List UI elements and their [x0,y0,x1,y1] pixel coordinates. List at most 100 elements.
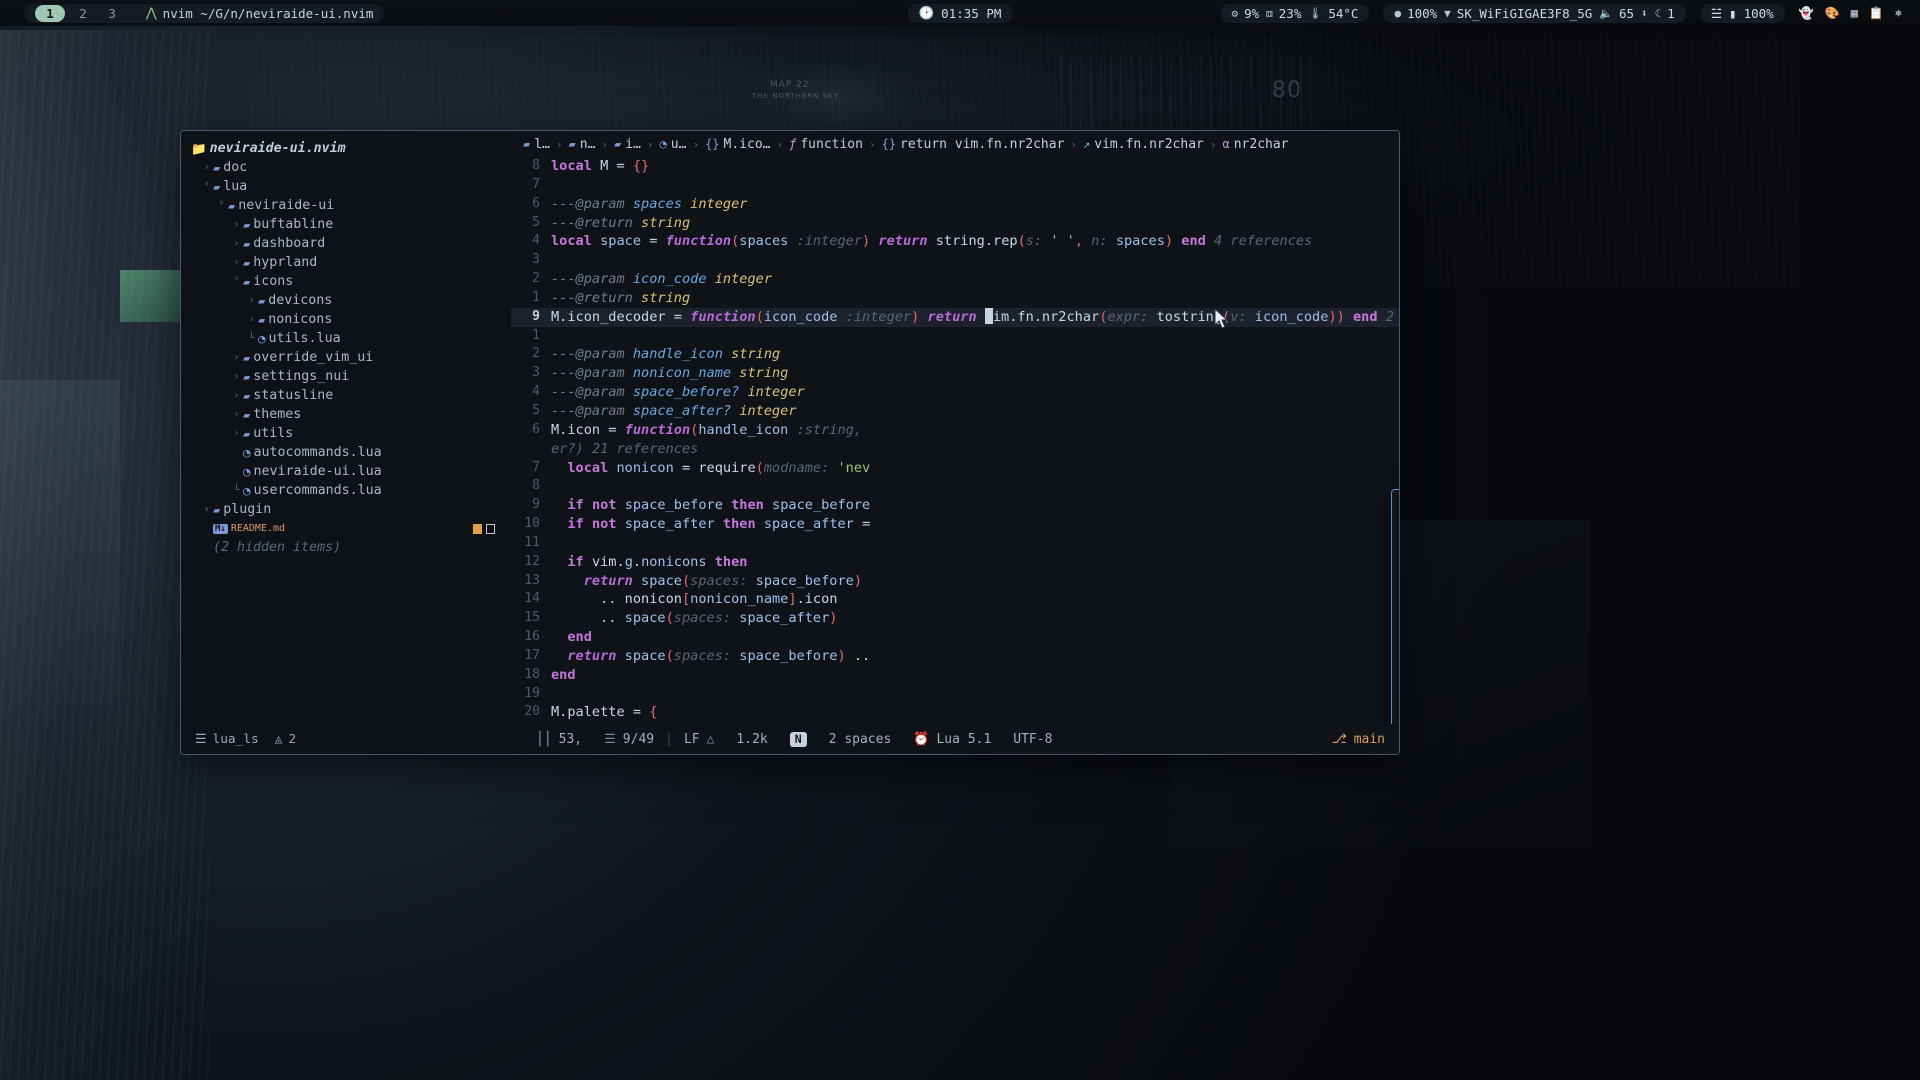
file-tree-list[interactable]: 📁 neviraide-ui.nvim ›▰docⱽ▰luaⱽ▰neviraid… [181,139,511,724]
tree-item-override-vim-ui[interactable]: ›▰override_vim_ui [181,348,511,367]
chevron-icon[interactable]: ⱽ [215,200,228,211]
code-line[interactable]: 8local M = {} [511,157,1399,176]
code-line[interactable]: 15 .. space(spaces: space_after) [511,609,1399,628]
tree-item-doc[interactable]: ›▰doc [181,158,511,177]
code-line[interactable]: 3 [511,251,1399,270]
code-line[interactable]: 4local space = function(spaces :integer)… [511,232,1399,251]
chevron-icon[interactable]: › [230,390,243,401]
tree-item-plugin[interactable]: ›▰plugin [181,500,511,519]
chevron-icon[interactable]: › [230,219,243,230]
tree-item-nonicons[interactable]: ›▰nonicons [181,310,511,329]
chevron-icon[interactable]: › [230,428,243,439]
code-line[interactable]: 5---@return string [511,214,1399,233]
tree-item-neviraide-ui-lua[interactable]: ◔neviraide-ui.lua [181,462,511,481]
chevron-icon[interactable]: › [245,295,258,306]
code-line[interactable]: 6---@param spaces integer [511,195,1399,214]
tree-connector-icon[interactable]: └ [230,485,243,496]
code-line[interactable]: 13 return space(spaces: space_before) [511,572,1399,591]
breadcrumb-item-3[interactable]: ◔u… [660,137,687,152]
workspace-switcher[interactable]: 1 2 3 ⋀ nvim ~/G/n/neviraide-ui.nvim [24,4,384,23]
tree-item-autocommands-lua[interactable]: ◔autocommands.lua [181,443,511,462]
indent-setting[interactable]: 2 spaces [818,732,903,747]
tree-connector-icon[interactable]: └ [245,333,258,344]
breadcrumb-item-6[interactable]: {}return vim.fn.nr2char [882,137,1065,152]
package-status[interactable]: ◬ 2 [275,732,296,747]
breadcrumb-item-2[interactable]: ▰i… [614,137,641,152]
code-line[interactable]: 11 [511,534,1399,553]
tree-item-readme-md[interactable]: M↓README.md [181,519,511,538]
chevron-icon[interactable]: › [230,371,243,382]
tree-item-hyprland[interactable]: ›▰hyprland [181,253,511,272]
system-tray[interactable]: 👻 🎨 ▦ 📋 ⎈ [1799,6,1902,20]
code-line[interactable]: 17 return space(spaces: space_before) .. [511,647,1399,666]
workspace-1[interactable]: 1 [35,5,65,22]
code-line[interactable]: 19 [511,685,1399,704]
tree-item-settings-nui[interactable]: ›▰settings_nui [181,367,511,386]
tree-root-row[interactable]: 📁 neviraide-ui.nvim [181,139,511,158]
chevron-icon[interactable]: ⱽ [200,181,213,192]
code-line[interactable]: 1---@return string [511,289,1399,308]
git-branch[interactable]: ⎇ main [1332,732,1385,747]
chevron-icon[interactable]: › [245,314,258,325]
tree-item-lua[interactable]: ⱽ▰lua [181,177,511,196]
code-line[interactable]: 8 [511,477,1399,496]
breadcrumb-item-7[interactable]: ↗vim.fn.nr2char [1083,137,1204,152]
code-line[interactable]: 2---@param handle_icon string [511,345,1399,364]
breadcrumb-item-1[interactable]: ▰n… [569,137,596,152]
tree-item-icons[interactable]: ⱽ▰icons [181,272,511,291]
breadcrumb-item-8[interactable]: αnr2char [1222,137,1288,152]
file-tree-panel[interactable]: 📁 neviraide-ui.nvim ›▰docⱽ▰luaⱽ▰neviraid… [181,131,511,754]
code-line[interactable]: 6M.icon = function(handle_icon :string, [511,421,1399,440]
chevron-icon[interactable]: › [230,409,243,420]
tree-item-neviraide-ui[interactable]: ⱽ▰neviraide-ui [181,196,511,215]
code-line[interactable]: 16 end [511,628,1399,647]
code-line[interactable]: 7 local nonicon = require(modname: 'nev [511,459,1399,478]
tree-item--2-hidden-items-[interactable]: (2 hidden items) [181,538,511,557]
battery-group[interactable]: ☱ ▮ 100% [1700,4,1785,23]
code-line[interactable]: 3---@param nonicon_name string [511,364,1399,383]
code-line[interactable]: 10 if not space_after then space_after = [511,515,1399,534]
code-line[interactable]: 14 .. nonicon[nonicon_name].icon [511,590,1399,609]
system-stats-group[interactable]: ⚙ 9% ⚅ 23% 🌡 54°C [1220,4,1369,23]
tree-item-utils[interactable]: ›▰utils [181,424,511,443]
tree-item-dashboard[interactable]: ›▰dashboard [181,234,511,253]
code-line[interactable]: 1 [511,327,1399,346]
chevron-icon[interactable]: ⱽ [230,276,243,287]
workspace-3[interactable]: 3 [101,6,123,21]
tree-item-usercommands-lua[interactable]: └◔usercommands.lua [181,481,511,500]
code-line[interactable]: 2---@param icon_code integer [511,270,1399,289]
topbar-clock-group[interactable]: 🕑 01:35 PM [908,4,1013,23]
code-line[interactable]: 9 if not space_before then space_before [511,496,1399,515]
copy-icon[interactable]: 📋 [1869,6,1884,20]
ghost-icon[interactable]: 👻 [1799,6,1814,20]
code-line[interactable]: 20M.palette = { [511,703,1399,722]
chevron-icon[interactable]: › [200,504,213,515]
code-line[interactable]: 4---@param space_before? integer [511,383,1399,402]
chevron-icon[interactable]: › [200,162,213,173]
breadcrumb[interactable]: ▰l…›▰n…›▰i…›◔u…›{}M.ico…›ƒfunction›{}ret… [511,131,1399,157]
lsp-status[interactable]: ☰ lua_ls [195,732,259,747]
neovim-window[interactable]: 📁 neviraide-ui.nvim ›▰docⱽ▰luaⱽ▰neviraid… [180,130,1400,755]
tree-item-statusline[interactable]: ›▰statusline [181,386,511,405]
code-line[interactable]: er?) 21 references [511,440,1399,459]
code-line[interactable]: 18end [511,666,1399,685]
tree-item-devicons[interactable]: ›▰devicons [181,291,511,310]
breadcrumb-item-5[interactable]: ƒfunction [789,137,863,152]
chevron-icon[interactable]: › [230,257,243,268]
code-line[interactable]: 9M.icon_decoder = function(icon_code :in… [511,308,1399,327]
palette-icon[interactable]: 🎨 [1825,6,1840,20]
breadcrumb-item-0[interactable]: ▰l… [523,137,550,152]
chevron-icon[interactable]: › [230,352,243,363]
tree-item-buftabline[interactable]: ›▰buftabline [181,215,511,234]
power-icon[interactable]: ⎈ [1895,6,1902,20]
code-buffer[interactable]: 8local M = {}76---@param spaces integer5… [511,157,1399,724]
code-line[interactable]: 12 if vim.g.nonicons then [511,553,1399,572]
network-group[interactable]: ● 100% ▼ SK_WiFiGIGAE3F8_5G 🔈 65 ⬇ ☾ 1 [1383,4,1685,23]
lsp-hover-popup[interactable]: function table.nr2char(expr: any, utf8?:… [1391,489,1399,724]
tree-item-themes[interactable]: ›▰themes [181,405,511,424]
code-line[interactable]: 5---@param space_after? integer [511,402,1399,421]
workspace-2[interactable]: 2 [72,6,94,21]
chevron-icon[interactable]: › [230,238,243,249]
layout-icon[interactable]: ▦ [1851,6,1858,20]
code-line[interactable]: 7 [511,176,1399,195]
